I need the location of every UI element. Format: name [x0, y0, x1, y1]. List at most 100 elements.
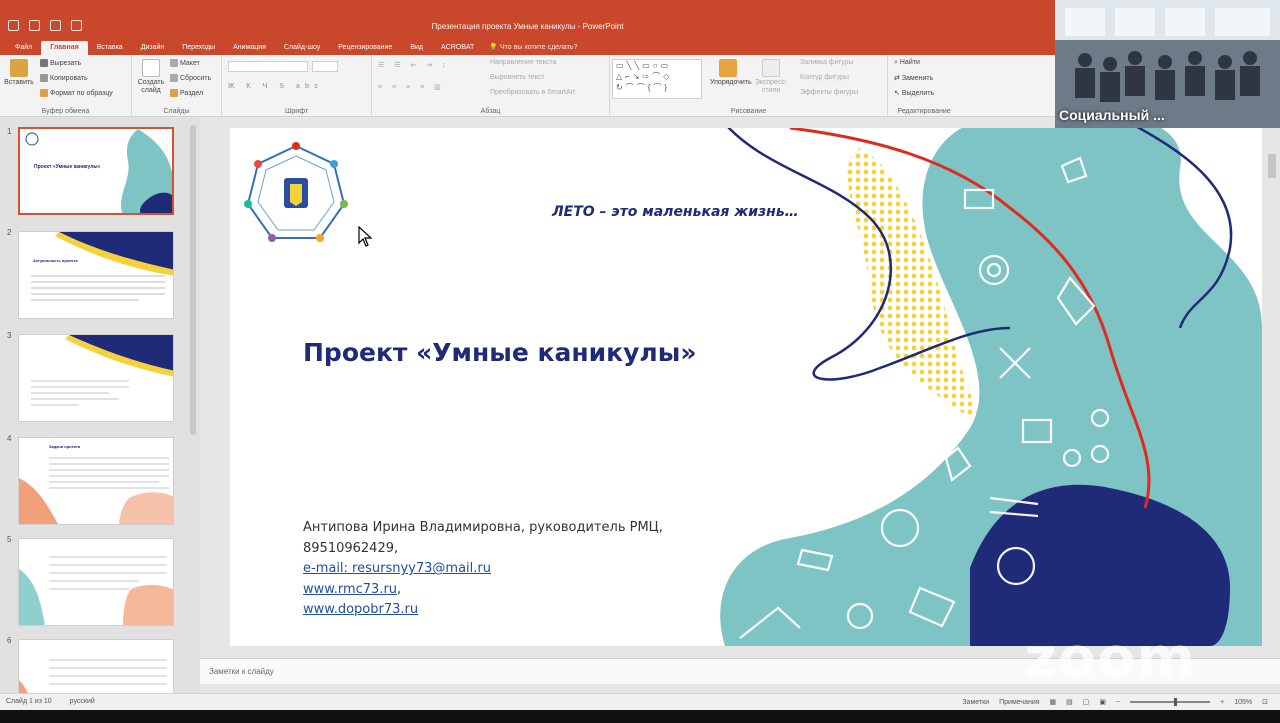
font-group-label: Шрифт [284, 108, 309, 115]
thumb-number: 1 [7, 127, 12, 136]
normal-view-icon[interactable]: ▦ [1050, 698, 1057, 706]
list-buttons[interactable]: ☰ ☰ ⇤ ⇥ ↕ [378, 61, 450, 69]
shape-fill-button[interactable]: Заливка фигуры [800, 59, 853, 66]
select-button[interactable]: ↖ Выделить [894, 89, 934, 97]
rmc-logo [236, 134, 356, 254]
ribbon-tabs: Файл Главная Вставка Дизайн Переходы Ани… [0, 39, 1055, 55]
paste-button[interactable]: Вставить [4, 59, 34, 86]
thumb-4-art [19, 457, 173, 524]
thumbnails-scrollbar[interactable] [190, 125, 196, 435]
slideshow-view-icon[interactable]: ▣ [1099, 698, 1106, 706]
tab-design[interactable]: Дизайн [132, 41, 174, 55]
copy-icon [40, 74, 48, 82]
shape-outline-button[interactable]: Контур фигуры [800, 74, 849, 81]
author-phone: 89510962429, [303, 540, 399, 556]
new-slide-label: Создать слайд [137, 79, 165, 94]
tab-animations[interactable]: Анимация [224, 41, 275, 55]
tell-me-search[interactable]: 💡 Что вы хотите сделать? [489, 41, 577, 55]
slide-canvas: ЛЕТО – это маленькая жизнь… Проект «Умны… [230, 128, 1262, 646]
slides-group-label: Слайды [163, 108, 190, 115]
language-indicator[interactable]: русский [70, 698, 95, 705]
replace-label: Заменить [901, 75, 934, 82]
comments-toggle[interactable]: Примечания [999, 699, 1039, 706]
shape-effects-button[interactable]: Эффекты фигуры [800, 89, 858, 96]
section-icon [170, 89, 178, 97]
smartart-button[interactable]: Преобразовать в SmartArt [490, 89, 575, 96]
author-line: Антипова Ирина Владимировна, руководител… [303, 520, 663, 535]
font-name-field[interactable] [228, 61, 308, 72]
tab-review[interactable]: Рецензирование [329, 41, 401, 55]
quick-styles-label: Экспресс-стили [754, 79, 788, 94]
tab-insert[interactable]: Вставка [88, 41, 132, 55]
status-bar: Слайд 1 из 10 русский Заметки Примечания… [0, 693, 1280, 710]
select-label: Выделить [901, 90, 935, 97]
layout-icon [170, 59, 178, 67]
align-buttons[interactable]: ≡ ≡ ≡ ≡ ▥ [378, 83, 445, 91]
zoom-slider[interactable] [1130, 698, 1211, 706]
site1-link[interactable]: www.rmc73.ru [303, 582, 397, 597]
format-painter-button[interactable]: Формат по образцу [40, 89, 113, 97]
email-link[interactable]: e-mail: resursnyy73@mail.ru [303, 559, 663, 580]
new-slide-button[interactable]: Создать слайд [136, 59, 166, 95]
title-bar: Презентация проекта Умные каникулы - Pow… [0, 15, 1055, 39]
tab-transitions[interactable]: Переходы [173, 41, 224, 55]
sorter-view-icon[interactable]: ▤ [1066, 698, 1073, 706]
slide-thumb-2[interactable]: Актуальность проекта [18, 231, 174, 319]
scroll-thumb[interactable] [1268, 154, 1276, 178]
drawing-group: ▭╲╲▭○▭ △⌐↘⇨⌒◇ ↻⌒⌒{⌒} Упорядочить Экспресс-… [610, 55, 888, 117]
scissors-icon [40, 59, 48, 67]
zoom-out-icon[interactable]: − [1116, 699, 1120, 706]
paragraph-group-label: Абзац [480, 108, 501, 115]
slide-title: Проект «Умные каникулы» [303, 338, 697, 367]
slide-thumb-5[interactable] [18, 538, 174, 626]
slide-scrollbar[interactable] [1264, 128, 1280, 658]
thumb-3-art [31, 335, 173, 406]
text-direction-button[interactable]: Направление текста [490, 59, 556, 66]
participant-video[interactable]: Социальный ... [1055, 0, 1280, 128]
reset-button[interactable]: Сбросить [170, 74, 211, 82]
slide-thumb-1[interactable]: Проект «Умные каникулы» [18, 127, 174, 215]
arrange-button[interactable]: Упорядочить [710, 59, 752, 86]
shapes-gallery[interactable]: ▭╲╲▭○▭ △⌐↘⇨⌒◇ ↻⌒⌒{⌒} [612, 59, 702, 99]
slide-thumb-6[interactable] [18, 639, 174, 693]
tab-view[interactable]: Вид [401, 41, 432, 55]
font-group: Ж К Ч S abc Шрифт [222, 55, 372, 117]
reading-view-icon[interactable]: ▢ [1083, 698, 1090, 706]
slide-thumb-4[interactable]: Задачи проекта [18, 437, 174, 525]
format-painter-label: Формат по образцу [50, 89, 113, 97]
cut-label: Вырезать [50, 59, 82, 67]
zoom-in-icon[interactable]: + [1220, 699, 1224, 706]
zoom-slider-handle[interactable] [1174, 698, 1178, 706]
cut-button[interactable]: Вырезать [40, 59, 81, 67]
thumb-1-title: Проект «Умные каникулы» [34, 164, 101, 170]
site2-link[interactable]: www.dopobr73.ru [303, 600, 663, 621]
layout-button[interactable]: Макет [170, 59, 200, 67]
section-button[interactable]: Раздел [170, 89, 203, 97]
tab-slideshow[interactable]: Слайд-шоу [275, 41, 329, 55]
thumb-4-title: Задачи проекта [49, 444, 80, 449]
copy-button[interactable]: Копировать [40, 74, 88, 82]
align-text-button[interactable]: Выровнять текст [490, 74, 545, 81]
fit-slide-icon[interactable]: ⊡ [1262, 698, 1268, 706]
font-format-buttons[interactable]: Ж К Ч S abc [228, 83, 323, 90]
thumb-number: 3 [7, 331, 12, 340]
drawing-group-label: Рисование [730, 108, 767, 115]
find-button[interactable]: ⌕ Найти [894, 59, 920, 67]
tab-home[interactable]: Главная [41, 41, 88, 55]
font-size-field[interactable] [312, 61, 338, 72]
slide-thumb-3[interactable] [18, 334, 174, 422]
zoom-level[interactable]: 105% [1234, 699, 1252, 706]
quick-styles-icon [762, 59, 780, 77]
clipboard-group: Вставить Вырезать Копировать Формат по о… [0, 55, 132, 117]
thumb-number: 5 [7, 535, 12, 544]
thumb-5-art [19, 556, 173, 625]
tab-file[interactable]: Файл [6, 41, 41, 55]
replace-button[interactable]: ⇄ Заменить [894, 74, 933, 82]
thumb-number: 2 [7, 228, 12, 237]
notes-toggle[interactable]: Заметки [962, 699, 989, 706]
ribbon: Вставить Вырезать Копировать Формат по о… [0, 55, 1055, 117]
tab-acrobat[interactable]: ACROBAT [432, 41, 483, 55]
site1-suffix: , [397, 581, 402, 597]
quick-styles-button[interactable]: Экспресс-стили [752, 59, 790, 95]
editing-group-label: Редактирование [897, 108, 951, 115]
